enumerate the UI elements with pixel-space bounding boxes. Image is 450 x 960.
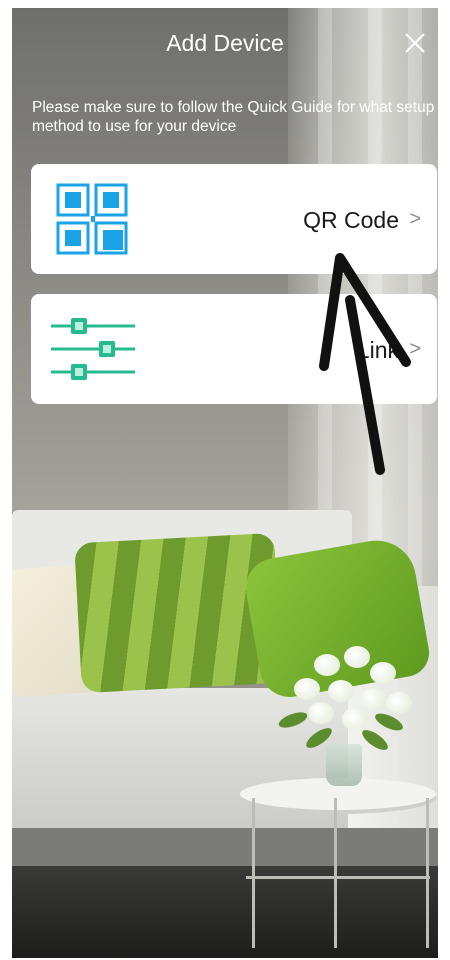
annotation-arrow (319, 253, 411, 475)
app-screen: Add Device Please make sure to follow th… (12, 8, 438, 958)
